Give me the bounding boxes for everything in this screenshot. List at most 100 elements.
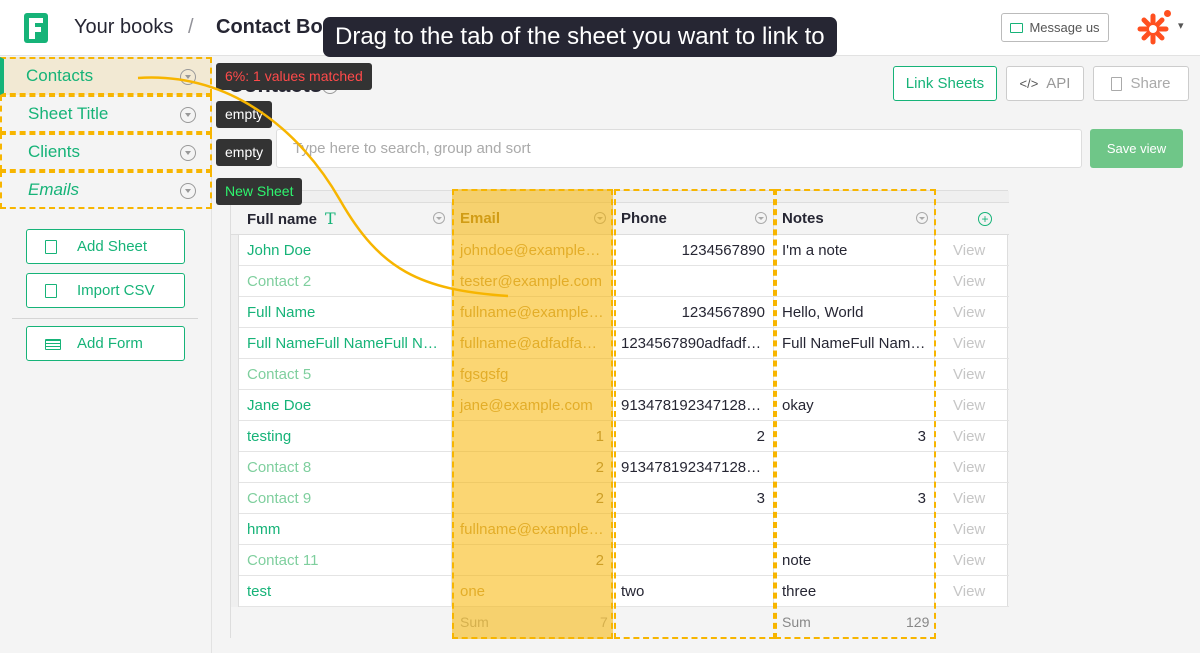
- column-header-phone[interactable]: Phone: [613, 203, 774, 235]
- cell-notes[interactable]: Full NameFull NameFull Name: [774, 328, 935, 359]
- api-button[interactable]: </> API: [1006, 66, 1084, 101]
- view-row-link[interactable]: View: [935, 390, 1009, 421]
- cell-email[interactable]: jane@example.com: [452, 390, 613, 421]
- cell-full-name[interactable]: Contact 9: [239, 483, 452, 514]
- row-handle[interactable]: [231, 328, 239, 359]
- app-logo-icon[interactable]: [24, 13, 48, 43]
- cell-full-name[interactable]: Contact 2: [239, 266, 452, 297]
- cell-email[interactable]: fullname@example.com: [452, 297, 613, 328]
- add-column-button[interactable]: +: [962, 203, 1008, 235]
- message-us-button[interactable]: Message us: [1001, 13, 1109, 42]
- cell-phone[interactable]: 1234567890: [613, 235, 774, 266]
- sidebar-page-contacts[interactable]: Contacts: [0, 57, 212, 95]
- cell-full-name[interactable]: Full Name: [239, 297, 452, 328]
- cell-email[interactable]: 1: [452, 421, 613, 452]
- cell-phone[interactable]: two: [613, 576, 774, 607]
- cell-email[interactable]: 2: [452, 483, 613, 514]
- cell-notes[interactable]: I'm a note: [774, 235, 935, 266]
- save-view-button[interactable]: Save view: [1090, 129, 1183, 168]
- zapier-asterisk-icon[interactable]: [1136, 12, 1170, 46]
- cell-notes[interactable]: [774, 266, 935, 297]
- table-row[interactable]: Full Name fullname@example.com 1234567890 H…: [231, 297, 1009, 328]
- view-row-link[interactable]: View: [935, 359, 1009, 390]
- search-input[interactable]: Type here to search, group and sort: [276, 129, 1082, 168]
- link-sheets-button[interactable]: Link Sheets: [893, 66, 997, 101]
- table-row[interactable]: Contact 9 2 3 3 View: [231, 483, 1009, 514]
- sidebar-page-clients[interactable]: Clients: [0, 133, 212, 171]
- row-handle[interactable]: [231, 297, 239, 328]
- cell-full-name[interactable]: John Doe: [239, 235, 452, 266]
- share-button[interactable]: Share: [1093, 66, 1189, 101]
- table-row[interactable]: Contact 2 tester@example.com View: [231, 266, 1009, 297]
- add-sheet-button[interactable]: Add Sheet: [26, 229, 185, 264]
- chevron-down-icon[interactable]: [433, 212, 445, 224]
- cell-notes[interactable]: [774, 359, 935, 390]
- cell-notes[interactable]: Hello, World: [774, 297, 935, 328]
- cell-full-name[interactable]: Contact 11: [239, 545, 452, 576]
- row-handle[interactable]: [231, 545, 239, 576]
- cell-notes[interactable]: [774, 514, 935, 545]
- table-row[interactable]: test one two three View: [231, 576, 1009, 607]
- add-form-button[interactable]: Add Form: [26, 326, 185, 361]
- view-row-link[interactable]: View: [935, 545, 1009, 576]
- view-row-link[interactable]: View: [935, 328, 1009, 359]
- cell-notes[interactable]: three: [774, 576, 935, 607]
- cell-phone[interactable]: [613, 545, 774, 576]
- cell-notes[interactable]: okay: [774, 390, 935, 421]
- view-row-link[interactable]: View: [935, 483, 1009, 514]
- table-row[interactable]: Contact 5 fgsgsfg View: [231, 359, 1009, 390]
- table-row[interactable]: hmm fullname@example.com View: [231, 514, 1009, 545]
- cell-phone[interactable]: 913478192347128412: [613, 390, 774, 421]
- sidebar-page-sheet-title[interactable]: Sheet Title: [0, 95, 212, 133]
- chevron-down-icon[interactable]: [180, 145, 196, 161]
- cell-notes[interactable]: 3: [774, 421, 935, 452]
- table-row[interactable]: Contact 8 2 913478192347128412 View: [231, 452, 1009, 483]
- chevron-down-icon[interactable]: [594, 212, 606, 224]
- cell-email[interactable]: 2: [452, 545, 613, 576]
- chevron-down-icon[interactable]: [180, 107, 196, 123]
- row-handle[interactable]: [231, 576, 239, 607]
- cell-notes[interactable]: [774, 452, 935, 483]
- cell-phone[interactable]: 913478192347128412: [613, 452, 774, 483]
- row-handle[interactable]: [231, 421, 239, 452]
- cell-email[interactable]: fullname@example.com: [452, 514, 613, 545]
- chevron-down-icon[interactable]: [755, 212, 767, 224]
- cell-full-name[interactable]: Contact 8: [239, 452, 452, 483]
- import-csv-button[interactable]: Import CSV: [26, 273, 185, 308]
- row-handle[interactable]: [231, 483, 239, 514]
- account-chevron-down-icon[interactable]: ▾: [1178, 19, 1184, 32]
- cell-phone[interactable]: [613, 359, 774, 390]
- cell-phone[interactable]: 3: [613, 483, 774, 514]
- chevron-down-icon[interactable]: [916, 212, 928, 224]
- chevron-down-icon[interactable]: [180, 69, 196, 85]
- cell-full-name[interactable]: Full NameFull NameFull Name: [239, 328, 452, 359]
- sidebar-page-emails[interactable]: Emails: [0, 171, 212, 209]
- cell-full-name[interactable]: Contact 5: [239, 359, 452, 390]
- cell-phone[interactable]: 1234567890adfadfadf: [613, 328, 774, 359]
- cell-full-name[interactable]: hmm: [239, 514, 452, 545]
- cell-notes[interactable]: note: [774, 545, 935, 576]
- cell-email[interactable]: fullname@adfadfasdf.com: [452, 328, 613, 359]
- chevron-down-icon[interactable]: [180, 183, 196, 199]
- table-row[interactable]: Contact 11 2 note View: [231, 545, 1009, 576]
- table-row[interactable]: John Doe johndoe@example.com 1234567890 I'm…: [231, 235, 1009, 266]
- cell-email[interactable]: johndoe@example.com: [452, 235, 613, 266]
- cell-phone[interactable]: [613, 514, 774, 545]
- column-drag-strip[interactable]: [231, 191, 1009, 203]
- cell-email[interactable]: 2: [452, 452, 613, 483]
- row-handle[interactable]: [231, 390, 239, 421]
- view-row-link[interactable]: View: [935, 514, 1009, 545]
- row-handle[interactable]: [231, 235, 239, 266]
- row-handle[interactable]: [231, 452, 239, 483]
- cell-email[interactable]: tester@example.com: [452, 266, 613, 297]
- view-row-link[interactable]: View: [935, 235, 1009, 266]
- view-row-link[interactable]: View: [935, 452, 1009, 483]
- cell-email[interactable]: one: [452, 576, 613, 607]
- view-row-link[interactable]: View: [935, 297, 1009, 328]
- table-row[interactable]: Full NameFull NameFull Name fullname@adfa…: [231, 328, 1009, 359]
- cell-full-name[interactable]: Jane Doe: [239, 390, 452, 421]
- column-header-notes[interactable]: Notes: [774, 203, 935, 235]
- cell-full-name[interactable]: testing: [239, 421, 452, 452]
- view-row-link[interactable]: View: [935, 576, 1009, 607]
- table-row[interactable]: Jane Doe jane@example.com 9134781923471284…: [231, 390, 1009, 421]
